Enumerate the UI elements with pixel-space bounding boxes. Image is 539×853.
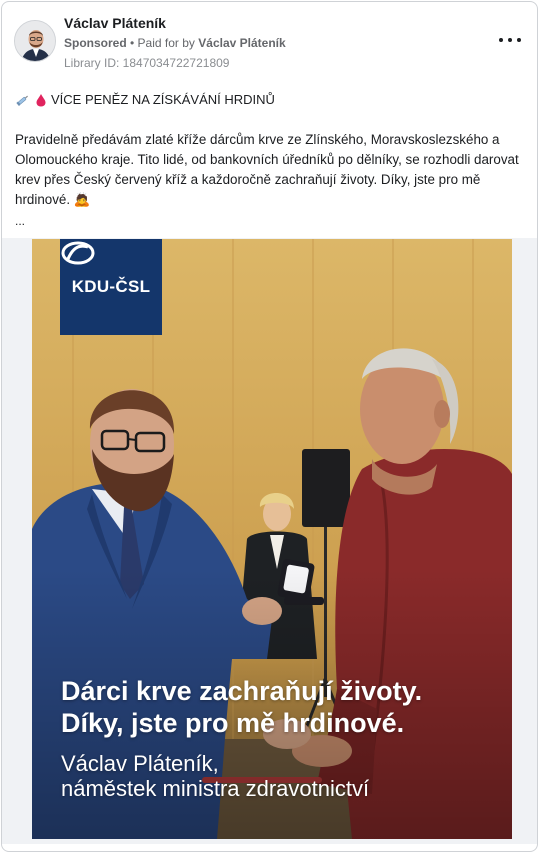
avatar-portrait [15, 21, 55, 61]
more-horizontal-icon [499, 38, 503, 42]
page-name[interactable]: Václav Pláteník [64, 15, 166, 31]
ad-signature-name: Václav Pláteník, [61, 751, 219, 776]
see-more-indicator[interactable]: ... [15, 214, 25, 228]
party-logo: KDU-ČSL [60, 239, 162, 335]
more-options-button[interactable] [499, 32, 521, 48]
ad-image[interactable]: KDU-ČSL Dárci krve zachraňují životy. Dí… [32, 239, 512, 839]
sponsored-meta: Sponsored • Paid for by Václav Pláteník [64, 36, 286, 50]
avatar[interactable] [14, 20, 56, 62]
ad-signature: Václav Pláteník, náměstek ministra zdrav… [61, 751, 501, 801]
ad-signature-role: náměstek ministra zdravotnictví [61, 776, 370, 801]
more-horizontal-icon [508, 38, 512, 42]
post-header: Václav Pláteník Sponsored • Paid for by … [2, 2, 537, 80]
party-logo-text: KDU-ČSL [71, 277, 151, 296]
ad-title: Dárci krve zachraňují životy. Díky, jste… [61, 675, 501, 739]
syringe-icon [16, 95, 28, 106]
library-id: Library ID: 1847034722721809 [64, 56, 230, 70]
sponsored-post-card: Václav Pláteník Sponsored • Paid for by … [1, 1, 538, 852]
paid-for-name[interactable]: Václav Pláteník [198, 36, 285, 50]
paid-for-prefix: • Paid for by [130, 36, 195, 50]
ad-title-line-2: Díky, jste pro mě hrdinové. [61, 708, 405, 738]
ad-title-line-1: Dárci krve zachraňují životy. [61, 676, 423, 706]
sponsored-label: Sponsored [64, 36, 127, 50]
more-horizontal-icon [517, 38, 521, 42]
post-body: Pravidelně předávám zlaté kříže dárcům k… [15, 130, 527, 210]
post-headline: VÍCE PENĚZ NA ZÍSKÁVÁNÍ HRDINŮ [15, 92, 275, 107]
party-emblem-icon [61, 241, 95, 265]
blood-drop-icon [36, 93, 46, 106]
headline-text: VÍCE PENĚZ NA ZÍSKÁVÁNÍ HRDINŮ [51, 92, 275, 107]
bowing-person-emoji: 🙇 [73, 192, 91, 207]
